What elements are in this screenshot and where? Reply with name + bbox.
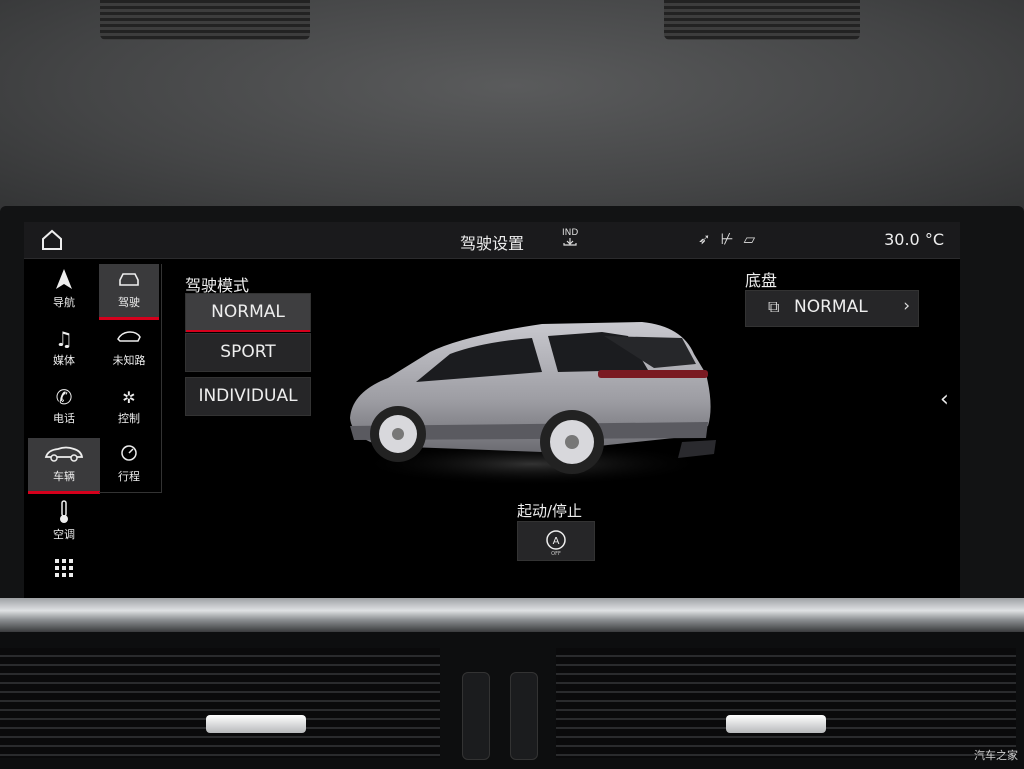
page-title: 驾驶设置 (459, 234, 524, 253)
chassis-mode-button[interactable]: ⧉ NORMAL › (745, 290, 919, 327)
mode-normal-button[interactable]: NORMAL (185, 293, 311, 332)
sub-nav-label: 控制 (118, 412, 140, 425)
sub-nav-label: 行程 (118, 470, 140, 483)
ind-label: IND (562, 228, 579, 238)
center-vent-control-right[interactable] (510, 672, 538, 760)
center-vent-control-left[interactable] (462, 672, 490, 760)
mode-sport-button[interactable]: SPORT (185, 333, 311, 372)
download-tray-icon (563, 238, 577, 246)
auto-start-stop-off-icon: A OFF (546, 530, 566, 557)
offroad-car-icon (99, 328, 159, 352)
chrome-trim (0, 598, 1024, 634)
signal-off-icon: ⊬ (720, 230, 744, 248)
left-nav: 导航 ♫ 媒体 ✆ 电话 车辆 空调 (28, 264, 100, 582)
navigation-arrow-icon (28, 268, 100, 294)
navigation-off-icon: ➶ (698, 230, 721, 248)
gear-icon: ✲ (122, 388, 136, 407)
bottom-air-vent-right (556, 648, 1016, 758)
nav-label: 车辆 (53, 470, 75, 483)
vehicle-sub-nav: 驾驶 未知路 ✲ 控制 行程 (99, 264, 162, 493)
sub-nav-label: 未知路 (112, 354, 146, 367)
nav-label: 媒体 (53, 354, 75, 367)
sub-item-trip[interactable]: 行程 (99, 438, 159, 494)
vehicle-illustration (350, 322, 716, 486)
auto-start-stop-button[interactable]: A OFF (517, 521, 595, 561)
mode-individual-button[interactable]: INDIVIDUAL (185, 377, 311, 416)
car-side-icon (28, 442, 100, 468)
suspension-icon: ⧉ (768, 297, 780, 316)
car-front-icon (99, 270, 159, 294)
status-icons: ➶⊬▱ (698, 230, 765, 248)
nav-item-media[interactable]: ♫ 媒体 (28, 322, 100, 378)
sub-item-offroad[interactable]: 未知路 (99, 322, 159, 378)
bottom-air-vent-left (0, 648, 440, 758)
chassis-value: NORMAL (794, 297, 868, 317)
sub-item-drive[interactable]: 驾驶 (99, 264, 159, 320)
top-air-vent-right (664, 0, 860, 40)
chevron-left-icon[interactable]: ‹ (940, 387, 949, 412)
sim-off-icon: ▱ (743, 230, 766, 248)
outside-temperature: 30.0 °C (884, 230, 944, 249)
chevron-right-icon: › (903, 296, 910, 316)
thermometer-icon (28, 500, 100, 526)
vent-handle-right[interactable] (726, 715, 826, 733)
nav-item-vehicle[interactable]: 车辆 (28, 438, 100, 494)
start-stop-icon-letter: A (553, 536, 560, 547)
phone-icon: ✆ (55, 385, 73, 409)
music-note-icon: ♫ (55, 327, 73, 351)
nav-label: 导航 (53, 296, 75, 309)
nav-item-climate[interactable]: 空调 (28, 496, 100, 552)
trip-gauge-icon (99, 444, 159, 468)
chassis-label: 底盘 (745, 271, 778, 290)
nav-label: 电话 (53, 412, 75, 425)
start-stop-label: 起动/停止 (517, 502, 583, 520)
top-bar: 驾驶设置 IND ➶⊬▱ 30.0 °C (24, 222, 960, 259)
top-air-vent-left (100, 0, 310, 40)
infotainment-screen: 驾驶设置 IND ➶⊬▱ 30.0 °C 导航 ♫ 媒体 ✆ 电话 车辆 空调 … (24, 222, 960, 598)
nav-item-phone[interactable]: ✆ 电话 (28, 380, 100, 436)
nav-item-apps[interactable] (28, 554, 100, 582)
vent-handle-left[interactable] (206, 715, 306, 733)
ind-indicator: IND (562, 228, 578, 249)
apps-grid-icon (55, 559, 73, 577)
nav-label: 空调 (53, 528, 75, 541)
sub-item-control[interactable]: ✲ 控制 (99, 380, 159, 436)
watermark: 汽车之家 (974, 749, 1018, 762)
sub-nav-label: 驾驶 (118, 296, 140, 309)
start-stop-icon-off: OFF (551, 551, 561, 557)
nav-item-navigation[interactable]: 导航 (28, 264, 100, 320)
